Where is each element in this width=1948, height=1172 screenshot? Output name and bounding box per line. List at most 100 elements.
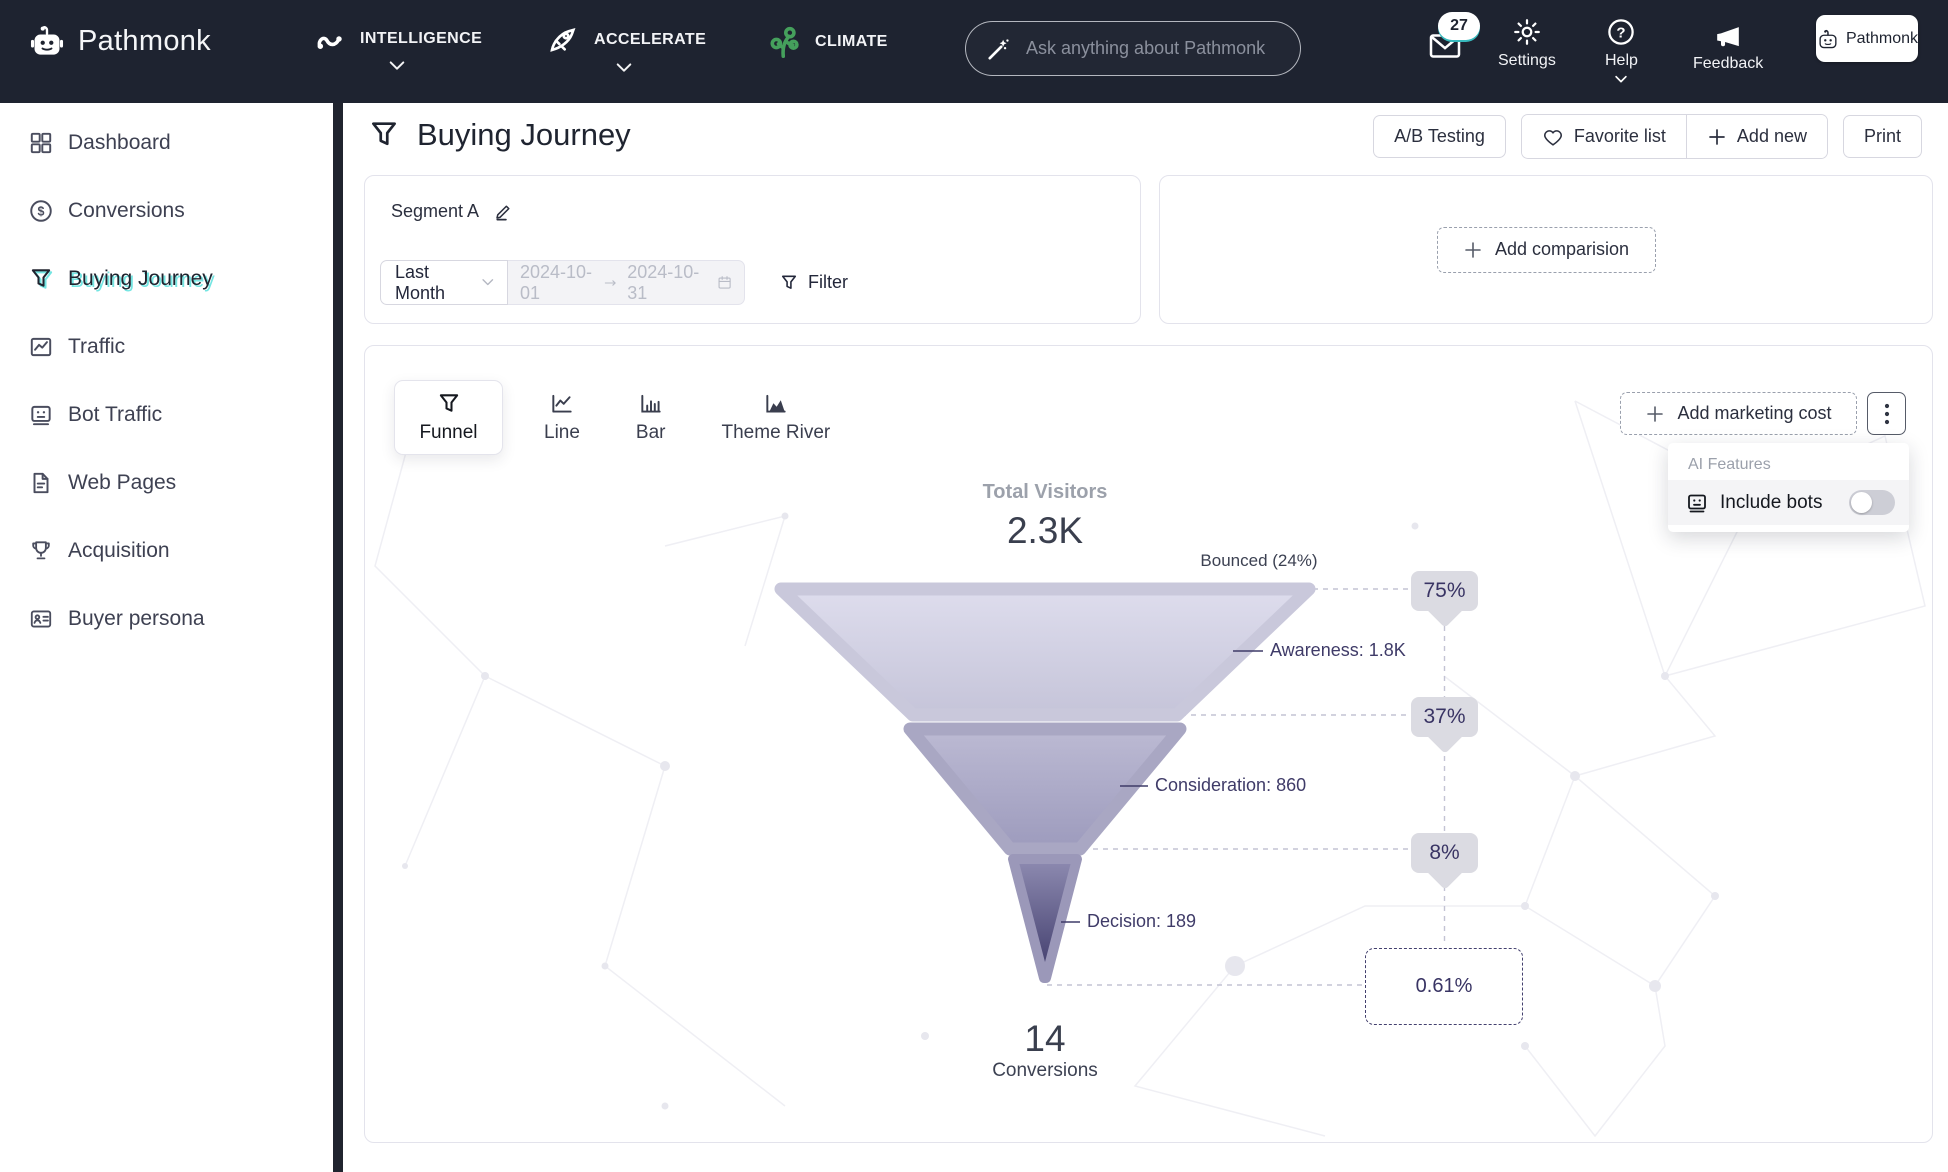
sidebar-item-dashboard[interactable]: Dashboard (0, 109, 333, 177)
bot-face-icon (28, 402, 54, 428)
funnel-icon (436, 391, 462, 417)
nav-label-accelerate: ACCELERATE (594, 31, 706, 49)
funnel-stage-decision[interactable] (1013, 859, 1077, 978)
filter-button[interactable]: Filter (779, 272, 848, 293)
magic-wand-icon (986, 36, 1012, 62)
include-bots-toggle[interactable] (1849, 490, 1895, 515)
date-range-input[interactable]: 2024-10-01 2024-10-31 (508, 260, 745, 305)
ai-features-dropdown: AI Features Include bots (1668, 443, 1909, 532)
help-button[interactable]: ? Help (1605, 17, 1638, 84)
ai-features-header: AI Features (1668, 443, 1909, 480)
plus-icon (1645, 404, 1665, 424)
sidebar-item-traffic[interactable]: Traffic (0, 313, 333, 381)
sidebar-item-buying-journey[interactable]: Buying Journey (0, 245, 333, 313)
ab-testing-button[interactable]: A/B Testing (1373, 115, 1506, 158)
sidebar-item-buyer-persona[interactable]: Buyer persona (0, 585, 333, 653)
chevron-down-icon[interactable] (388, 60, 406, 72)
print-label: Print (1864, 126, 1901, 147)
funnel-icon (779, 273, 799, 293)
sidebar-nav: Dashboard $ Conversions Buying Journey T… (0, 103, 333, 1172)
tab-line[interactable]: Line (529, 380, 595, 455)
tab-theme-river-label: Theme River (722, 422, 831, 444)
plus-icon (1463, 240, 1483, 260)
nav-label-intelligence: INTELLIGENCE (360, 30, 482, 48)
tab-theme-river[interactable]: Theme River (707, 380, 846, 455)
line-chart-icon (549, 391, 575, 417)
brand-name: Pathmonk (78, 25, 211, 58)
sidebar-item-bot-traffic[interactable]: Bot Traffic (0, 381, 333, 449)
svg-text:$: $ (38, 205, 45, 219)
consideration-stage-label: Consideration: 860 (1155, 775, 1306, 796)
search-input[interactable] (1026, 38, 1266, 59)
print-button[interactable]: Print (1843, 115, 1922, 158)
sidebar-label: Acquisition (68, 539, 170, 563)
segment-controls: Last Month 2024-10-01 2024-10-31 Filter (380, 260, 848, 305)
chevron-down-icon[interactable] (615, 62, 633, 74)
nav-item-climate[interactable]: CLIMATE (765, 24, 888, 60)
sidebar-item-acquisition[interactable]: Acquisition (0, 517, 333, 585)
notification-count-badge: 27 (1438, 12, 1480, 40)
favorite-list-button[interactable]: Favorite list (1522, 115, 1686, 158)
settings-button[interactable]: Settings (1498, 17, 1556, 70)
account-label: Pathmonk (1846, 30, 1918, 48)
page-title: Buying Journey (417, 117, 631, 153)
period-select[interactable]: Last Month (380, 260, 508, 305)
period-select-value: Last Month (395, 262, 481, 304)
edit-pencil-icon[interactable] (493, 201, 514, 222)
feedback-label: Feedback (1693, 55, 1763, 73)
funnel-icon (28, 266, 54, 292)
page-header: Buying Journey (367, 117, 631, 153)
main-content: Buying Journey A/B Testing Favorite list… (343, 103, 1948, 1172)
chevron-down-icon (481, 278, 495, 287)
top-navbar: Pathmonk INTELLIGENCE (0, 0, 1948, 103)
comparison-card: Add comparision (1159, 175, 1933, 324)
conversion-rate-box[interactable]: 0.61% (1365, 948, 1523, 1025)
segment-name: Segment A (391, 201, 479, 222)
funnel-stage-awareness[interactable] (781, 589, 1309, 715)
add-comparison-button[interactable]: Add comparision (1437, 227, 1656, 273)
sidebar-label: Dashboard (68, 131, 171, 155)
decision-percent-badge: 8% (1411, 833, 1478, 873)
consideration-percent-badge: 37% (1411, 697, 1478, 737)
add-marketing-cost-button[interactable]: Add marketing cost (1620, 392, 1857, 435)
conversions-label: Conversions (945, 1060, 1145, 1082)
sidebar-item-conversions[interactable]: $ Conversions (0, 177, 333, 245)
brand[interactable]: Pathmonk (28, 24, 211, 58)
sidebar-label: Buying Journey (68, 267, 213, 291)
kebab-menu-icon (1884, 402, 1890, 426)
pathmonk-robot-icon (28, 24, 66, 58)
heart-icon (1542, 126, 1564, 148)
decision-stage-label: Decision: 189 (1087, 911, 1196, 932)
plus-icon (1707, 127, 1727, 147)
nav-item-intelligence[interactable]: INTELLIGENCE (312, 24, 482, 72)
add-comparison-label: Add comparision (1495, 239, 1629, 260)
pathmonk-robot-icon (1816, 27, 1840, 51)
sidebar-label: Conversions (68, 199, 185, 223)
total-visitors-value: 2.3K (945, 510, 1145, 552)
bar-chart-icon (638, 391, 664, 417)
tab-line-label: Line (544, 422, 580, 444)
ask-anything-search[interactable] (965, 21, 1301, 76)
include-bots-menu-item[interactable]: Include bots (1668, 480, 1909, 525)
funnel-stage-consideration[interactable] (910, 729, 1180, 849)
id-card-icon (28, 606, 54, 632)
feedback-button[interactable]: Feedback (1693, 22, 1763, 73)
notifications-button[interactable]: 27 (1422, 12, 1486, 82)
chart-options-menu-button[interactable] (1867, 392, 1906, 435)
tab-funnel[interactable]: Funnel (394, 380, 503, 455)
account-button[interactable]: Pathmonk (1816, 15, 1918, 62)
date-end-value: 2024-10-31 (627, 262, 701, 304)
sidebar-label: Web Pages (68, 471, 176, 495)
tab-bar-label: Bar (636, 422, 666, 444)
nav-item-accelerate[interactable]: ACCELERATE (542, 24, 706, 74)
add-new-button[interactable]: Add new (1686, 115, 1827, 158)
tab-bar[interactable]: Bar (621, 380, 681, 455)
theme-river-icon (763, 391, 789, 417)
dollar-circle-icon: $ (28, 198, 54, 224)
header-actions: A/B Testing Favorite list Add new Print (1373, 114, 1922, 159)
funnel-chart-card: Funnel Line Bar Theme River Add mar (364, 345, 1933, 1143)
bounced-label: Bounced (24%) (1159, 551, 1359, 571)
awareness-percent-badge: 75% (1411, 571, 1478, 611)
sidebar-item-web-pages[interactable]: Web Pages (0, 449, 333, 517)
dashboard-grid-icon (28, 130, 54, 156)
